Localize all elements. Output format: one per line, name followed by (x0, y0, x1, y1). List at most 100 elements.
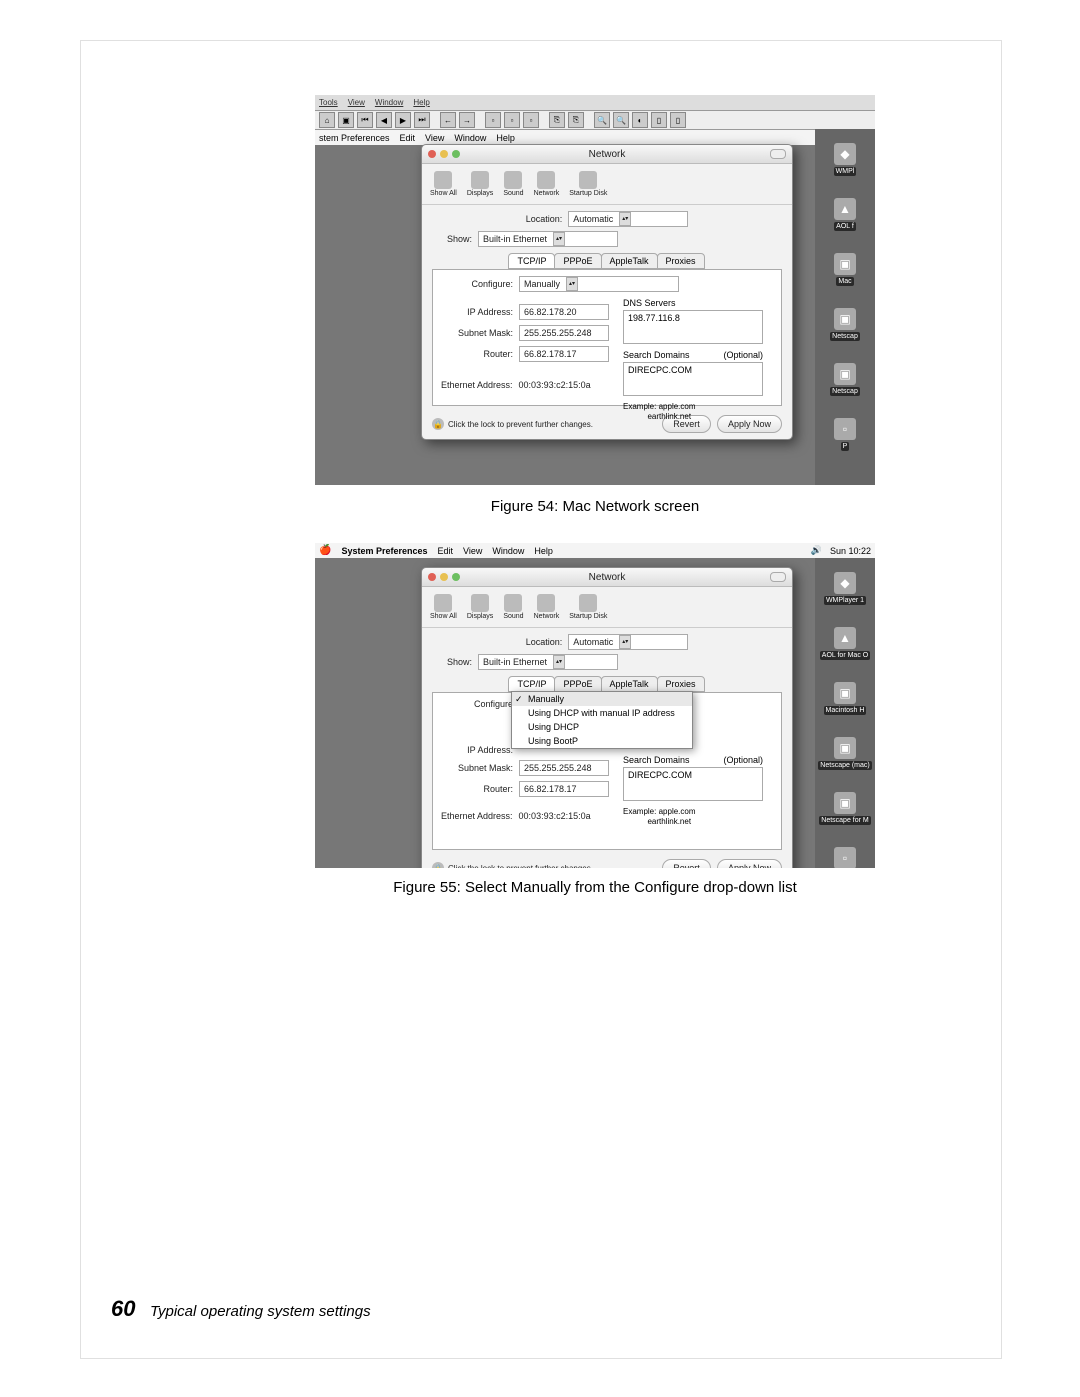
menu-item[interactable]: Help (534, 546, 553, 556)
revert-button[interactable]: Revert (662, 859, 711, 868)
toolbar-icon[interactable]: ▫ (504, 112, 520, 128)
page-number: 60 (111, 1296, 135, 1321)
router-field[interactable]: 66.82.178.17 (519, 781, 609, 797)
desktop-item[interactable]: ▫Picture 1 (822, 847, 868, 868)
desktop-item[interactable]: ▣Netscap (822, 308, 868, 341)
screenshot-fig54: Tools View Window Help ⌂ ▣ ⏮ ◀ ▶ ⏭ ← → ▫… (315, 95, 875, 485)
tab-proxies[interactable]: Proxies (657, 676, 705, 692)
router-field[interactable]: 66.82.178.17 (519, 346, 609, 362)
app-icon: ◆ (834, 143, 856, 165)
subnet-field[interactable]: 255.255.255.248 (519, 760, 609, 776)
toolbar-icon[interactable]: ◐ (632, 112, 648, 128)
pref-network[interactable]: Network (534, 171, 560, 197)
lock-icon[interactable]: 🔒 (432, 862, 444, 868)
desktop-item[interactable]: ◆WMPl (822, 143, 868, 176)
subnet-field[interactable]: 255.255.255.248 (519, 325, 609, 341)
toolbar-toggle-icon[interactable] (770, 149, 786, 159)
dns-field[interactable]: 198.77.116.8 (623, 310, 763, 344)
apply-button[interactable]: Apply Now (717, 859, 782, 868)
desktop-item[interactable]: ▲AOL for Mac O (822, 627, 868, 660)
app-toolbar: ⌂ ▣ ⏮ ◀ ▶ ⏭ ← → ▫ ▫ ▫ ⎘ ⎘ 🔍 🔍 ◐ ▯ ▯ (315, 111, 875, 130)
toolbar-icon[interactable]: ⌂ (319, 112, 335, 128)
menu-item[interactable]: stem Preferences (319, 133, 390, 143)
subnet-label: Subnet Mask: (441, 763, 513, 773)
dropdown-item-manually[interactable]: ✓ Manually (512, 692, 692, 706)
toolbar-icon[interactable]: ▫ (485, 112, 501, 128)
pref-sound[interactable]: Sound (503, 171, 523, 197)
nav-first-icon[interactable]: ⏮ (357, 112, 373, 128)
menu-item[interactable]: Window (454, 133, 486, 143)
search-icon[interactable]: 🔍 (613, 112, 629, 128)
figure-caption-54: Figure 54: Mac Network screen (315, 498, 875, 515)
pref-startup[interactable]: Startup Disk (569, 171, 607, 197)
menu-item[interactable]: System Preferences (341, 546, 427, 556)
search-field[interactable]: DIRECPC.COM (623, 362, 763, 396)
menu-item[interactable]: Tools (319, 98, 338, 107)
tab-tcpip[interactable]: TCP/IP (508, 253, 555, 269)
toolbar-icon[interactable]: ⎘ (549, 112, 565, 128)
app-icon: ◆ (834, 572, 856, 594)
tab-tcpip[interactable]: TCP/IP (508, 676, 555, 692)
search-field[interactable]: DIRECPC.COM (623, 767, 763, 801)
menu-item[interactable]: View (348, 98, 365, 107)
dropdown-item-bootp[interactable]: Using BootP (512, 734, 692, 748)
toolbar-icon[interactable]: ▣ (338, 112, 354, 128)
nav-fwd-icon[interactable]: → (459, 112, 475, 128)
toolbar-toggle-icon[interactable] (770, 572, 786, 582)
apple-icon[interactable]: 🍎 (319, 545, 331, 556)
tab-appletalk[interactable]: AppleTalk (601, 676, 658, 692)
toolbar-icon[interactable]: ⎘ (568, 112, 584, 128)
menu-item[interactable]: Window (375, 98, 403, 107)
toolbar-icon[interactable]: ▯ (651, 112, 667, 128)
search-icon[interactable]: 🔍 (594, 112, 610, 128)
pref-network[interactable]: Network (534, 594, 560, 620)
desktop-item[interactable]: ▲AOL f (822, 198, 868, 231)
menu-item[interactable]: Window (492, 546, 524, 556)
menu-item[interactable]: Help (413, 98, 429, 107)
tab-appletalk[interactable]: AppleTalk (601, 253, 658, 269)
tab-proxies[interactable]: Proxies (657, 253, 705, 269)
desktop-item[interactable]: ▣Netscape (mac) (822, 737, 868, 770)
desktop-item[interactable]: ▣Netscape for M (822, 792, 868, 825)
nav-prev-icon[interactable]: ◀ (376, 112, 392, 128)
network-window: Network Show All Displays Sound Network … (421, 144, 793, 440)
location-select[interactable]: Automatic ▴▾ (568, 211, 688, 227)
menu-item[interactable]: View (425, 133, 444, 143)
menu-item[interactable]: Edit (438, 546, 454, 556)
nav-back-icon[interactable]: ← (440, 112, 456, 128)
desktop-item[interactable]: ▣Netscap (822, 363, 868, 396)
nav-last-icon[interactable]: ⏭ (414, 112, 430, 128)
menu-item[interactable]: Edit (400, 133, 416, 143)
volume-icon[interactable]: 🔊 (811, 545, 822, 556)
configure-select[interactable]: Manually ▴▾ (519, 276, 679, 292)
chevron-updown-icon: ▴▾ (619, 212, 631, 226)
toolbar-icon[interactable]: ▯ (670, 112, 686, 128)
dropdown-item-dhcp[interactable]: Using DHCP (512, 720, 692, 734)
desktop-item[interactable]: ▫P (822, 418, 868, 451)
tab-pppoe[interactable]: PPPoE (554, 676, 601, 692)
menu-item[interactable]: View (463, 546, 482, 556)
desktop-item[interactable]: ▣Mac (822, 253, 868, 286)
app-icon: ▲ (834, 198, 856, 220)
lock-icon[interactable]: 🔒 (432, 418, 444, 430)
show-select[interactable]: Built-in Ethernet ▴▾ (478, 231, 618, 247)
desktop-item[interactable]: ▣Macintosh H (822, 682, 868, 715)
titlebar[interactable]: Network (422, 568, 792, 587)
menu-item[interactable]: Help (496, 133, 515, 143)
location-select[interactable]: Automatic ▴▾ (568, 634, 688, 650)
desktop-item[interactable]: ◆WMPlayer 1 (822, 572, 868, 605)
dropdown-item-dhcp-manual[interactable]: Using DHCP with manual IP address (512, 706, 692, 720)
pref-displays[interactable]: Displays (467, 171, 493, 197)
nav-next-icon[interactable]: ▶ (395, 112, 411, 128)
ip-field[interactable]: 66.82.178.20 (519, 304, 609, 320)
pref-displays[interactable]: Displays (467, 594, 493, 620)
tab-pppoe[interactable]: PPPoE (554, 253, 601, 269)
pref-sound[interactable]: Sound (503, 594, 523, 620)
pref-startup[interactable]: Startup Disk (569, 594, 607, 620)
pref-showall[interactable]: Show All (430, 594, 457, 620)
pref-showall[interactable]: Show All (430, 171, 457, 197)
show-select[interactable]: Built-in Ethernet ▴▾ (478, 654, 618, 670)
right-column: Search Domains (Optional) DIRECPC.COM Ex… (623, 755, 763, 826)
titlebar[interactable]: Network (422, 145, 792, 164)
toolbar-icon[interactable]: ▫ (523, 112, 539, 128)
